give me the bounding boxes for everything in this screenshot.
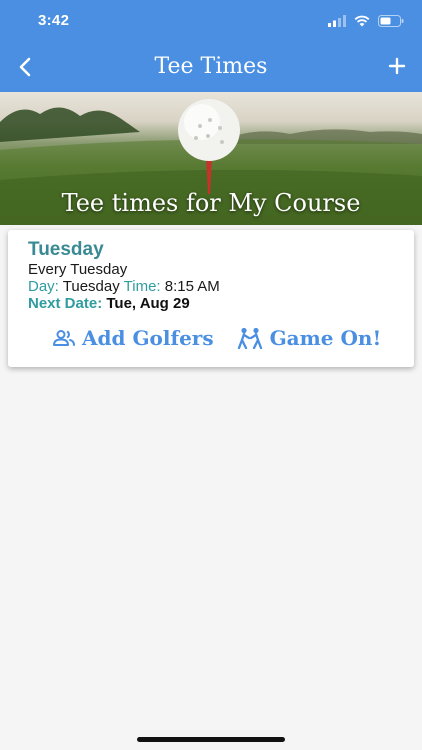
next-date-label: Next Date:: [28, 295, 103, 312]
tee-time-name: Tuesday: [28, 239, 104, 260]
course-hero-image: Tee times for My Course: [0, 92, 422, 225]
game-on-button[interactable]: Game On!: [236, 326, 382, 350]
tee-time-card[interactable]: Tuesday Every Tuesday Day: Tuesday Time:…: [8, 230, 414, 367]
game-on-label: Game On!: [269, 326, 382, 350]
next-date-value: Tue, Aug 29: [106, 295, 190, 312]
navigation-bar: 3:42 Tee Times: [0, 0, 422, 92]
wifi-icon: [354, 15, 370, 27]
page-title: Tee Times: [154, 54, 268, 79]
day-value: Tuesday: [62, 278, 120, 295]
card-actions: Add Golfers Game On!: [52, 326, 381, 350]
home-indicator[interactable]: [137, 737, 285, 742]
players-icon: [237, 327, 262, 349]
add-golfers-button[interactable]: Add Golfers: [52, 326, 214, 350]
add-golfers-label: Add Golfers: [82, 326, 214, 350]
time-value: 8:15 AM: [164, 278, 220, 295]
status-time: 3:42: [38, 12, 70, 29]
add-icon[interactable]: [386, 54, 408, 78]
day-time-row: Day: Tuesday Time: 8:15 AM: [28, 278, 220, 295]
people-icon: [53, 330, 75, 346]
next-date-row: Next Date: Tue, Aug 29: [28, 295, 190, 312]
day-label: Day:: [28, 278, 59, 295]
cellular-signal-icon: [328, 15, 346, 27]
hero-caption: Tee times for My Course: [61, 189, 361, 217]
recurrence-text: Every Tuesday: [28, 261, 128, 278]
battery-icon: [378, 15, 404, 27]
time-label: Time:: [123, 278, 161, 295]
status-icons: [328, 13, 404, 29]
